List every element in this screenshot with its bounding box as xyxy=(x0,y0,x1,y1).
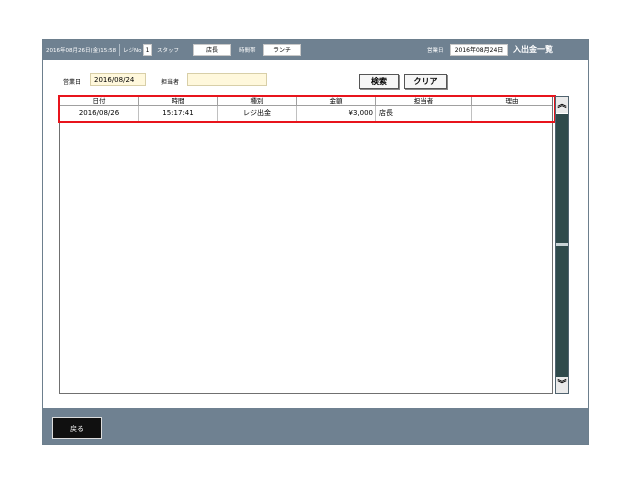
scroll-down-icon[interactable]: ︾ xyxy=(556,377,568,393)
table-header: 日付 時間 種別 金額 担当者 理由 xyxy=(60,97,552,106)
clear-button[interactable]: クリア xyxy=(404,74,447,89)
header-staff: 担当者 xyxy=(376,97,472,106)
header-amount: 金額 xyxy=(297,97,376,106)
header-date: 日付 xyxy=(60,97,139,106)
scroll-track-upper[interactable] xyxy=(556,114,568,243)
register-label: レジNo xyxy=(123,48,142,54)
table-scrollbar[interactable]: ︽ ︾ xyxy=(555,96,569,394)
business-date-label: 営業日 xyxy=(427,48,444,54)
business-date-value: 2016年08月24日 xyxy=(450,44,508,56)
staff-value: 店長 xyxy=(193,44,231,56)
status-separator xyxy=(119,44,120,56)
status-bar: 2016年08月26日(金)15:58 レジNo 1 スタッフ 店長 時間帯 ラ… xyxy=(43,40,588,60)
cell-amount: ¥3,000 xyxy=(297,106,376,121)
search-button[interactable]: 検索 xyxy=(359,74,399,89)
cell-type: レジ出金 xyxy=(218,106,297,121)
scroll-track-lower[interactable] xyxy=(556,246,568,377)
cell-time: 15:17:41 xyxy=(139,106,218,121)
staff-label: スタッフ xyxy=(157,48,180,54)
screen-title: 入出金一覧 xyxy=(513,45,553,54)
filter-staff-label: 担当者 xyxy=(161,79,180,86)
header-reason: 理由 xyxy=(472,97,552,106)
timeslot-value: ランチ xyxy=(263,44,301,56)
timeslot-label: 時間帯 xyxy=(239,48,256,54)
bottom-bar: 戻る xyxy=(43,408,588,444)
cell-date: 2016/08/26 xyxy=(60,106,139,121)
current-datetime: 2016年08月26日(金)15:58 xyxy=(46,48,117,54)
filter-staff-field[interactable] xyxy=(187,73,267,86)
register-number: 1 xyxy=(143,44,152,56)
back-button[interactable]: 戻る xyxy=(52,417,102,439)
filter-date-field[interactable]: 2016/08/24 xyxy=(90,73,146,86)
scroll-up-icon[interactable]: ︽ xyxy=(556,97,568,113)
cell-reason xyxy=(472,106,552,121)
header-type: 種別 xyxy=(218,97,297,106)
cash-in-out-list-window: 2016年08月26日(金)15:58 レジNo 1 スタッフ 店長 時間帯 ラ… xyxy=(42,39,589,445)
table-row[interactable]: 2016/08/26 15:17:41 レジ出金 ¥3,000 店長 xyxy=(60,106,552,121)
transaction-table: 日付 時間 種別 金額 担当者 理由 2016/08/26 15:17:41 レ… xyxy=(59,96,553,394)
cell-staff: 店長 xyxy=(376,106,472,121)
filter-date-label: 営業日 xyxy=(63,79,82,86)
header-time: 時間 xyxy=(139,97,218,106)
